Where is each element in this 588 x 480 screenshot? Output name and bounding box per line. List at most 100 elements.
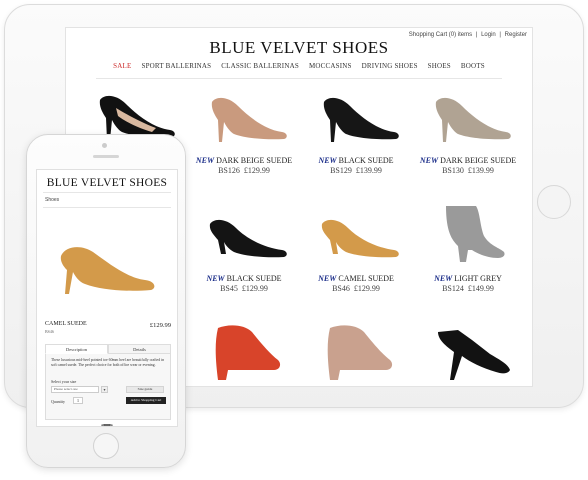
product-code: BS46 — [332, 284, 350, 293]
product-code: BS126 — [218, 166, 240, 175]
product-code: BS45 — [220, 284, 238, 293]
new-badge: NEW — [195, 156, 215, 165]
product-card[interactable]: NEW DARK BEIGE SUEDE BS130 £139.99 — [412, 84, 524, 202]
product-image[interactable] — [428, 84, 514, 146]
product-code: BS124 — [442, 284, 464, 293]
shoe-shape — [209, 219, 287, 258]
product-card[interactable]: NEW CAMEL SUEDE BS46 £129.99 — [300, 202, 412, 320]
phone-home-button[interactable] — [93, 433, 119, 459]
product-meta: BS46 £129.99 — [300, 284, 412, 293]
product-title[interactable]: NEW DARK BEIGE SUEDE — [188, 156, 300, 165]
shoe-shape — [323, 97, 399, 142]
site-logo[interactable]: BLUE VELVET SHOES — [66, 38, 532, 58]
chevron-down-icon[interactable]: ▾ — [101, 386, 108, 393]
cart-icon[interactable] — [101, 424, 113, 427]
product-name[interactable]: CAMEL SUEDE — [338, 274, 393, 283]
shoe-shape — [438, 330, 510, 380]
product-title[interactable]: NEW DARK BEIGE SUEDE — [412, 156, 524, 165]
tab-details[interactable]: Details — [108, 344, 171, 354]
nav-divider — [96, 78, 502, 79]
nav-item-sport-ballerinas[interactable]: SPORT BALLERINAS — [141, 62, 211, 76]
product-name[interactable]: LIGHT GREY — [454, 274, 502, 283]
product-meta: BS124 £149.99 — [412, 284, 524, 293]
product-meta: BS130 £139.99 — [412, 166, 524, 175]
product-name[interactable]: BLACK SUEDE — [227, 274, 282, 283]
product-meta: BS45 £129.99 — [188, 284, 300, 293]
phone-site-logo[interactable]: BLUE VELVET SHOES — [37, 177, 177, 189]
product-title[interactable]: NEW LIGHT GREY — [412, 274, 524, 283]
product-card[interactable]: NEW BLACK SUEDE BS45 £129.99 — [188, 202, 300, 320]
nav-item-boots[interactable]: BOOTS — [461, 62, 485, 76]
product-price: £129.99 — [149, 322, 171, 329]
new-badge: NEW — [419, 156, 439, 165]
product-image[interactable] — [204, 84, 290, 146]
product-code: BS129 — [330, 166, 352, 175]
product-card[interactable]: NEW LIGHT GREY BS124 £149.99 — [412, 202, 524, 320]
product-image[interactable] — [316, 320, 402, 382]
product-title[interactable]: NEW BLACK SUEDE — [188, 274, 300, 283]
product-card[interactable] — [188, 320, 300, 386]
add-to-cart-button[interactable]: Add to Shopping Cart — [126, 397, 166, 404]
product-image[interactable] — [428, 320, 514, 382]
phone-speaker — [93, 155, 119, 158]
shoe-shape — [446, 206, 505, 262]
nav-item-driving-shoes[interactable]: DRIVING SHOES — [362, 62, 418, 76]
product-price: £129.99 — [353, 284, 380, 293]
product-title[interactable]: NEW CAMEL SUEDE — [300, 274, 412, 283]
shoe-shape — [321, 219, 399, 258]
product-image[interactable] — [316, 202, 402, 264]
nav-item-classic-ballerinas[interactable]: CLASSIC BALLERINAS — [221, 62, 299, 76]
shoe-shape — [435, 97, 511, 142]
size-guide-button[interactable]: Size guide — [126, 386, 164, 393]
product-name: CAMEL SUEDE — [45, 321, 87, 327]
breadcrumb[interactable]: Shoes — [45, 197, 59, 203]
main-nav: SALE SPORT BALLERINAS CLASSIC BALLERINAS MO… — [66, 62, 532, 76]
product-card[interactable]: NEW DARK BEIGE SUEDE BS126 £129.99 — [188, 84, 300, 202]
product-description: These luxurious mid-heel pointed toe 60m… — [51, 358, 165, 367]
new-badge: NEW — [318, 274, 337, 283]
product-name[interactable]: BLACK SUEDE — [339, 156, 394, 165]
product-price: £129.99 — [243, 166, 270, 175]
product-card[interactable]: NEW BLACK SUEDE BS129 £139.99 — [300, 84, 412, 202]
product-name[interactable]: DARK BEIGE SUEDE — [440, 156, 516, 165]
tab-description[interactable]: Description — [45, 344, 108, 354]
product-code: BS46 — [45, 329, 54, 334]
phone-header-divider — [43, 192, 171, 193]
new-badge: NEW — [434, 274, 453, 283]
camel-shoe-shape — [60, 247, 155, 294]
product-card[interactable] — [412, 320, 524, 386]
product-name[interactable]: DARK BEIGE SUEDE — [216, 156, 292, 165]
product-image — [60, 247, 155, 294]
shoe-shape — [215, 325, 281, 380]
product-price: £139.99 — [355, 166, 382, 175]
product-tabs: Description Details — [45, 344, 171, 354]
phone-device: BLUE VELVET SHOES Shoes CAMEL SUEDE BS46… — [26, 134, 186, 468]
tablet-home-button[interactable] — [537, 185, 571, 219]
new-badge: NEW — [318, 156, 337, 165]
size-select[interactable]: Please select one — [51, 386, 99, 393]
product-meta: BS129 £139.99 — [300, 166, 412, 175]
product-meta: BS126 £129.99 — [188, 166, 300, 175]
product-code: BS130 — [442, 166, 464, 175]
product-image[interactable] — [316, 84, 402, 146]
shoe-shape — [211, 97, 287, 142]
product-image[interactable] — [204, 202, 290, 264]
new-badge: NEW — [206, 274, 225, 283]
phone-crumb-divider — [43, 207, 171, 208]
product-card[interactable] — [300, 320, 412, 386]
quantity-label: Quantity — [51, 399, 65, 404]
shoe-shape — [327, 325, 393, 380]
nav-item-moccasins[interactable]: MOCCASINS — [309, 62, 352, 76]
product-price: £139.99 — [467, 166, 494, 175]
phone-camera — [102, 143, 107, 148]
product-price: £149.99 — [467, 284, 494, 293]
product-image[interactable] — [204, 320, 290, 382]
product-panel: These luxurious mid-heel pointed toe 60m… — [45, 354, 171, 420]
quantity-input[interactable]: 1 — [73, 397, 83, 404]
nav-item-shoes[interactable]: SHOES — [428, 62, 451, 76]
nav-item-sale[interactable]: SALE — [113, 62, 131, 76]
product-price: £129.99 — [241, 284, 268, 293]
product-image[interactable] — [428, 202, 514, 264]
phone-screen: BLUE VELVET SHOES Shoes CAMEL SUEDE BS46… — [36, 169, 178, 427]
product-title[interactable]: NEW BLACK SUEDE — [300, 156, 412, 165]
